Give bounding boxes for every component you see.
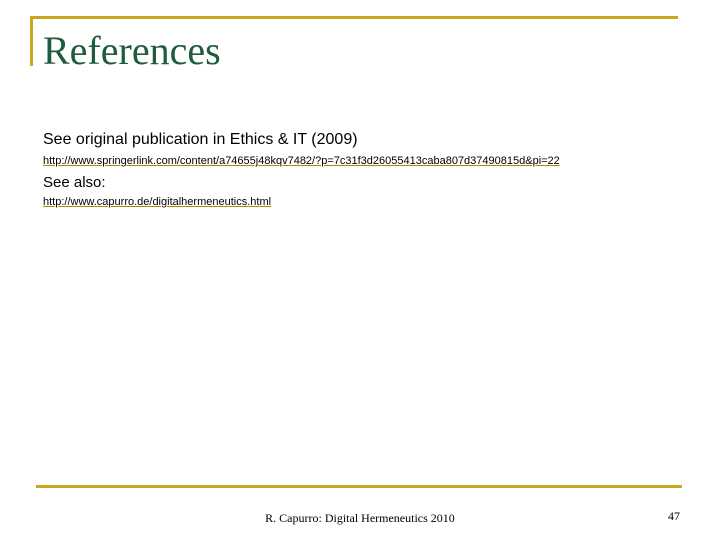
slide: References See original publication in E… xyxy=(0,0,720,540)
reference-text-original: See original publication in Ethics & IT … xyxy=(43,131,358,148)
top-rule xyxy=(30,16,678,19)
springerlink-link[interactable]: http://www.springerlink.com/content/a746… xyxy=(43,154,560,168)
footer-text: R. Capurro: Digital Hermeneutics 2010 xyxy=(265,511,455,525)
capurro-link[interactable]: http://www.capurro.de/digitalhermeneutic… xyxy=(43,195,271,209)
footer-rule xyxy=(36,485,682,488)
page-number: 47 xyxy=(668,509,680,523)
slide-title: References xyxy=(43,28,221,73)
left-rule xyxy=(30,16,33,66)
reference-text-see-also: See also: xyxy=(43,174,106,191)
